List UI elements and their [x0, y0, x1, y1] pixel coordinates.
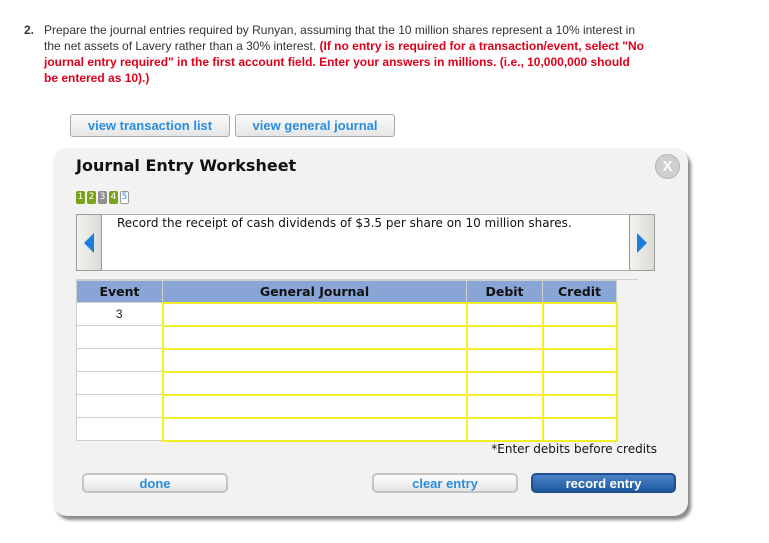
credit-field-cell — [541, 416, 618, 442]
credit-field[interactable] — [543, 372, 616, 394]
view-transaction-list-button[interactable]: view transaction list — [70, 114, 230, 137]
debit-field[interactable] — [467, 372, 542, 394]
step-1[interactable]: 1 — [76, 191, 85, 204]
account-field[interactable] — [163, 372, 466, 394]
account-field-cell — [161, 324, 468, 350]
credit-field-cell — [541, 393, 618, 419]
table-row: 3 — [76, 301, 618, 327]
account-field[interactable] — [163, 395, 466, 417]
debit-field[interactable] — [467, 349, 542, 371]
debit-field-cell — [465, 301, 544, 327]
debit-field[interactable] — [467, 418, 542, 440]
account-field-cell — [161, 416, 468, 442]
debits-hint: *Enter debits before credits — [491, 442, 657, 456]
header-event: Event — [76, 280, 163, 303]
event-cell — [76, 325, 163, 349]
step-3[interactable]: 3 — [98, 191, 107, 204]
credit-field-cell — [541, 347, 618, 373]
arrow-right-icon — [637, 232, 647, 253]
arrow-left-icon — [84, 232, 94, 253]
credit-field-cell — [541, 324, 618, 350]
debit-field-cell — [465, 393, 544, 419]
account-field-cell — [161, 301, 468, 327]
step-indicator: 12345 — [76, 191, 129, 204]
credit-field[interactable] — [543, 349, 616, 371]
clear-entry-button[interactable]: clear entry — [372, 473, 518, 493]
table-row — [76, 393, 618, 419]
view-general-journal-button[interactable]: view general journal — [235, 114, 395, 137]
header-credit: Credit — [542, 280, 617, 303]
debit-field-cell — [465, 347, 544, 373]
account-field[interactable] — [163, 303, 466, 325]
journal-table: Event General Journal Debit Credit 3 — [76, 280, 618, 442]
transaction-description: Record the receipt of cash dividends of … — [117, 216, 572, 230]
debit-field-cell — [465, 416, 544, 442]
header-debit: Debit — [466, 280, 543, 303]
done-button[interactable]: done — [82, 473, 228, 493]
previous-button[interactable] — [76, 214, 102, 271]
table-row — [76, 370, 618, 396]
event-cell — [76, 371, 163, 395]
account-field-cell — [161, 370, 468, 396]
step-2[interactable]: 2 — [87, 191, 96, 204]
debit-field[interactable] — [467, 395, 542, 417]
debit-field-cell — [465, 324, 544, 350]
credit-field[interactable] — [543, 395, 616, 417]
journal-entry-worksheet-panel: Journal Entry Worksheet X 12345 Record t… — [53, 148, 688, 516]
event-cell — [76, 348, 163, 372]
debit-field[interactable] — [467, 326, 542, 348]
event-cell: 3 — [76, 302, 163, 326]
account-field[interactable] — [163, 349, 466, 371]
next-button[interactable] — [629, 214, 655, 271]
table-row — [76, 324, 618, 350]
credit-field[interactable] — [543, 326, 616, 348]
table-row — [76, 347, 618, 373]
debit-field-cell — [465, 370, 544, 396]
step-4[interactable]: 4 — [109, 191, 118, 204]
account-field[interactable] — [163, 418, 466, 440]
close-button[interactable]: X — [655, 154, 680, 179]
account-field-cell — [161, 347, 468, 373]
question-block: 2. Prepare the journal entries required … — [24, 22, 644, 86]
account-field[interactable] — [163, 326, 466, 348]
credit-field-cell — [541, 370, 618, 396]
worksheet-title: Journal Entry Worksheet — [76, 156, 297, 175]
record-entry-button[interactable]: record entry — [531, 473, 676, 493]
event-cell — [76, 394, 163, 418]
table-row — [76, 416, 618, 442]
credit-field-cell — [541, 301, 618, 327]
credit-field[interactable] — [543, 418, 616, 440]
close-icon: X — [662, 158, 673, 175]
header-general-journal: General Journal — [162, 280, 467, 303]
event-cell — [76, 417, 163, 441]
account-field-cell — [161, 393, 468, 419]
step-5[interactable]: 5 — [120, 191, 129, 204]
credit-field[interactable] — [543, 303, 616, 325]
debit-field[interactable] — [467, 303, 542, 325]
question-number: 2. — [24, 23, 35, 37]
